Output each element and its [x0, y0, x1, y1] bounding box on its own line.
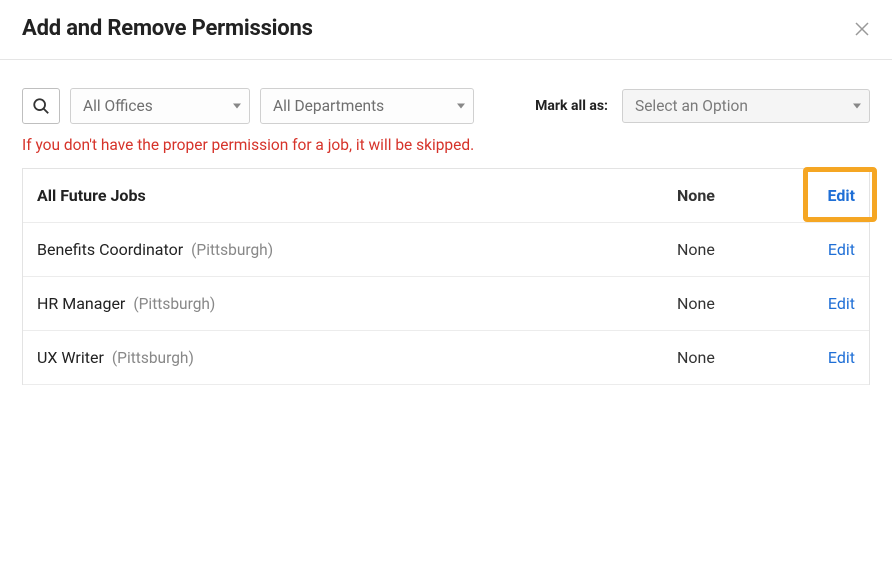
- chevron-down-icon: [457, 104, 465, 109]
- permissions-table: All Future Jobs None Edit Benefits Coordina…: [22, 168, 870, 385]
- edit-cell: Edit: [787, 240, 855, 259]
- search-button[interactable]: [22, 88, 60, 124]
- warning-text: If you don't have the proper permission …: [0, 134, 892, 168]
- departments-filter-select[interactable]: All Departments: [260, 88, 474, 124]
- filter-toolbar: All Offices All Departments Mark all as:…: [0, 60, 892, 134]
- edit-link[interactable]: Edit: [827, 186, 855, 205]
- table-row: HR Manager (Pittsburgh) None Edit: [23, 277, 869, 331]
- offices-filter-label: All Offices: [83, 97, 153, 115]
- mark-all-placeholder: Select an Option: [635, 97, 748, 115]
- job-cell: Benefits Coordinator (Pittsburgh): [37, 240, 677, 259]
- job-title: UX Writer: [37, 348, 104, 367]
- job-title: HR Manager: [37, 294, 125, 313]
- job-cell: All Future Jobs: [37, 186, 677, 205]
- close-icon: [855, 22, 869, 36]
- offices-filter-select[interactable]: All Offices: [70, 88, 250, 124]
- edit-link[interactable]: Edit: [828, 240, 855, 259]
- edit-link[interactable]: Edit: [828, 348, 855, 367]
- edit-link[interactable]: Edit: [828, 294, 855, 313]
- table-row: Benefits Coordinator (Pittsburgh) None Edit: [23, 223, 869, 277]
- edit-cell: Edit: [787, 294, 855, 313]
- mark-all-select[interactable]: Select an Option: [622, 89, 870, 123]
- edit-cell: Edit: [787, 186, 855, 205]
- job-title: Benefits Coordinator: [37, 240, 183, 259]
- permission-cell: None: [677, 240, 787, 259]
- permission-cell: None: [677, 348, 787, 367]
- job-location: (Pittsburgh): [191, 241, 273, 259]
- job-title: All Future Jobs: [37, 186, 146, 205]
- modal-title: Add and Remove Permissions: [22, 16, 313, 41]
- job-location: (Pittsburgh): [133, 295, 215, 313]
- job-cell: HR Manager (Pittsburgh): [37, 294, 677, 313]
- job-location: (Pittsburgh): [112, 349, 194, 367]
- permission-cell: None: [677, 186, 787, 205]
- search-icon: [32, 97, 50, 115]
- table-row: All Future Jobs None Edit: [23, 169, 869, 223]
- edit-cell: Edit: [787, 348, 855, 367]
- departments-filter-label: All Departments: [273, 97, 384, 115]
- chevron-down-icon: [853, 104, 861, 109]
- chevron-down-icon: [233, 104, 241, 109]
- mark-all-label: Mark all as:: [535, 98, 608, 114]
- close-button[interactable]: [854, 21, 870, 37]
- job-cell: UX Writer (Pittsburgh): [37, 348, 677, 367]
- table-row: UX Writer (Pittsburgh) None Edit: [23, 331, 869, 385]
- modal-header: Add and Remove Permissions: [0, 0, 892, 60]
- permission-cell: None: [677, 294, 787, 313]
